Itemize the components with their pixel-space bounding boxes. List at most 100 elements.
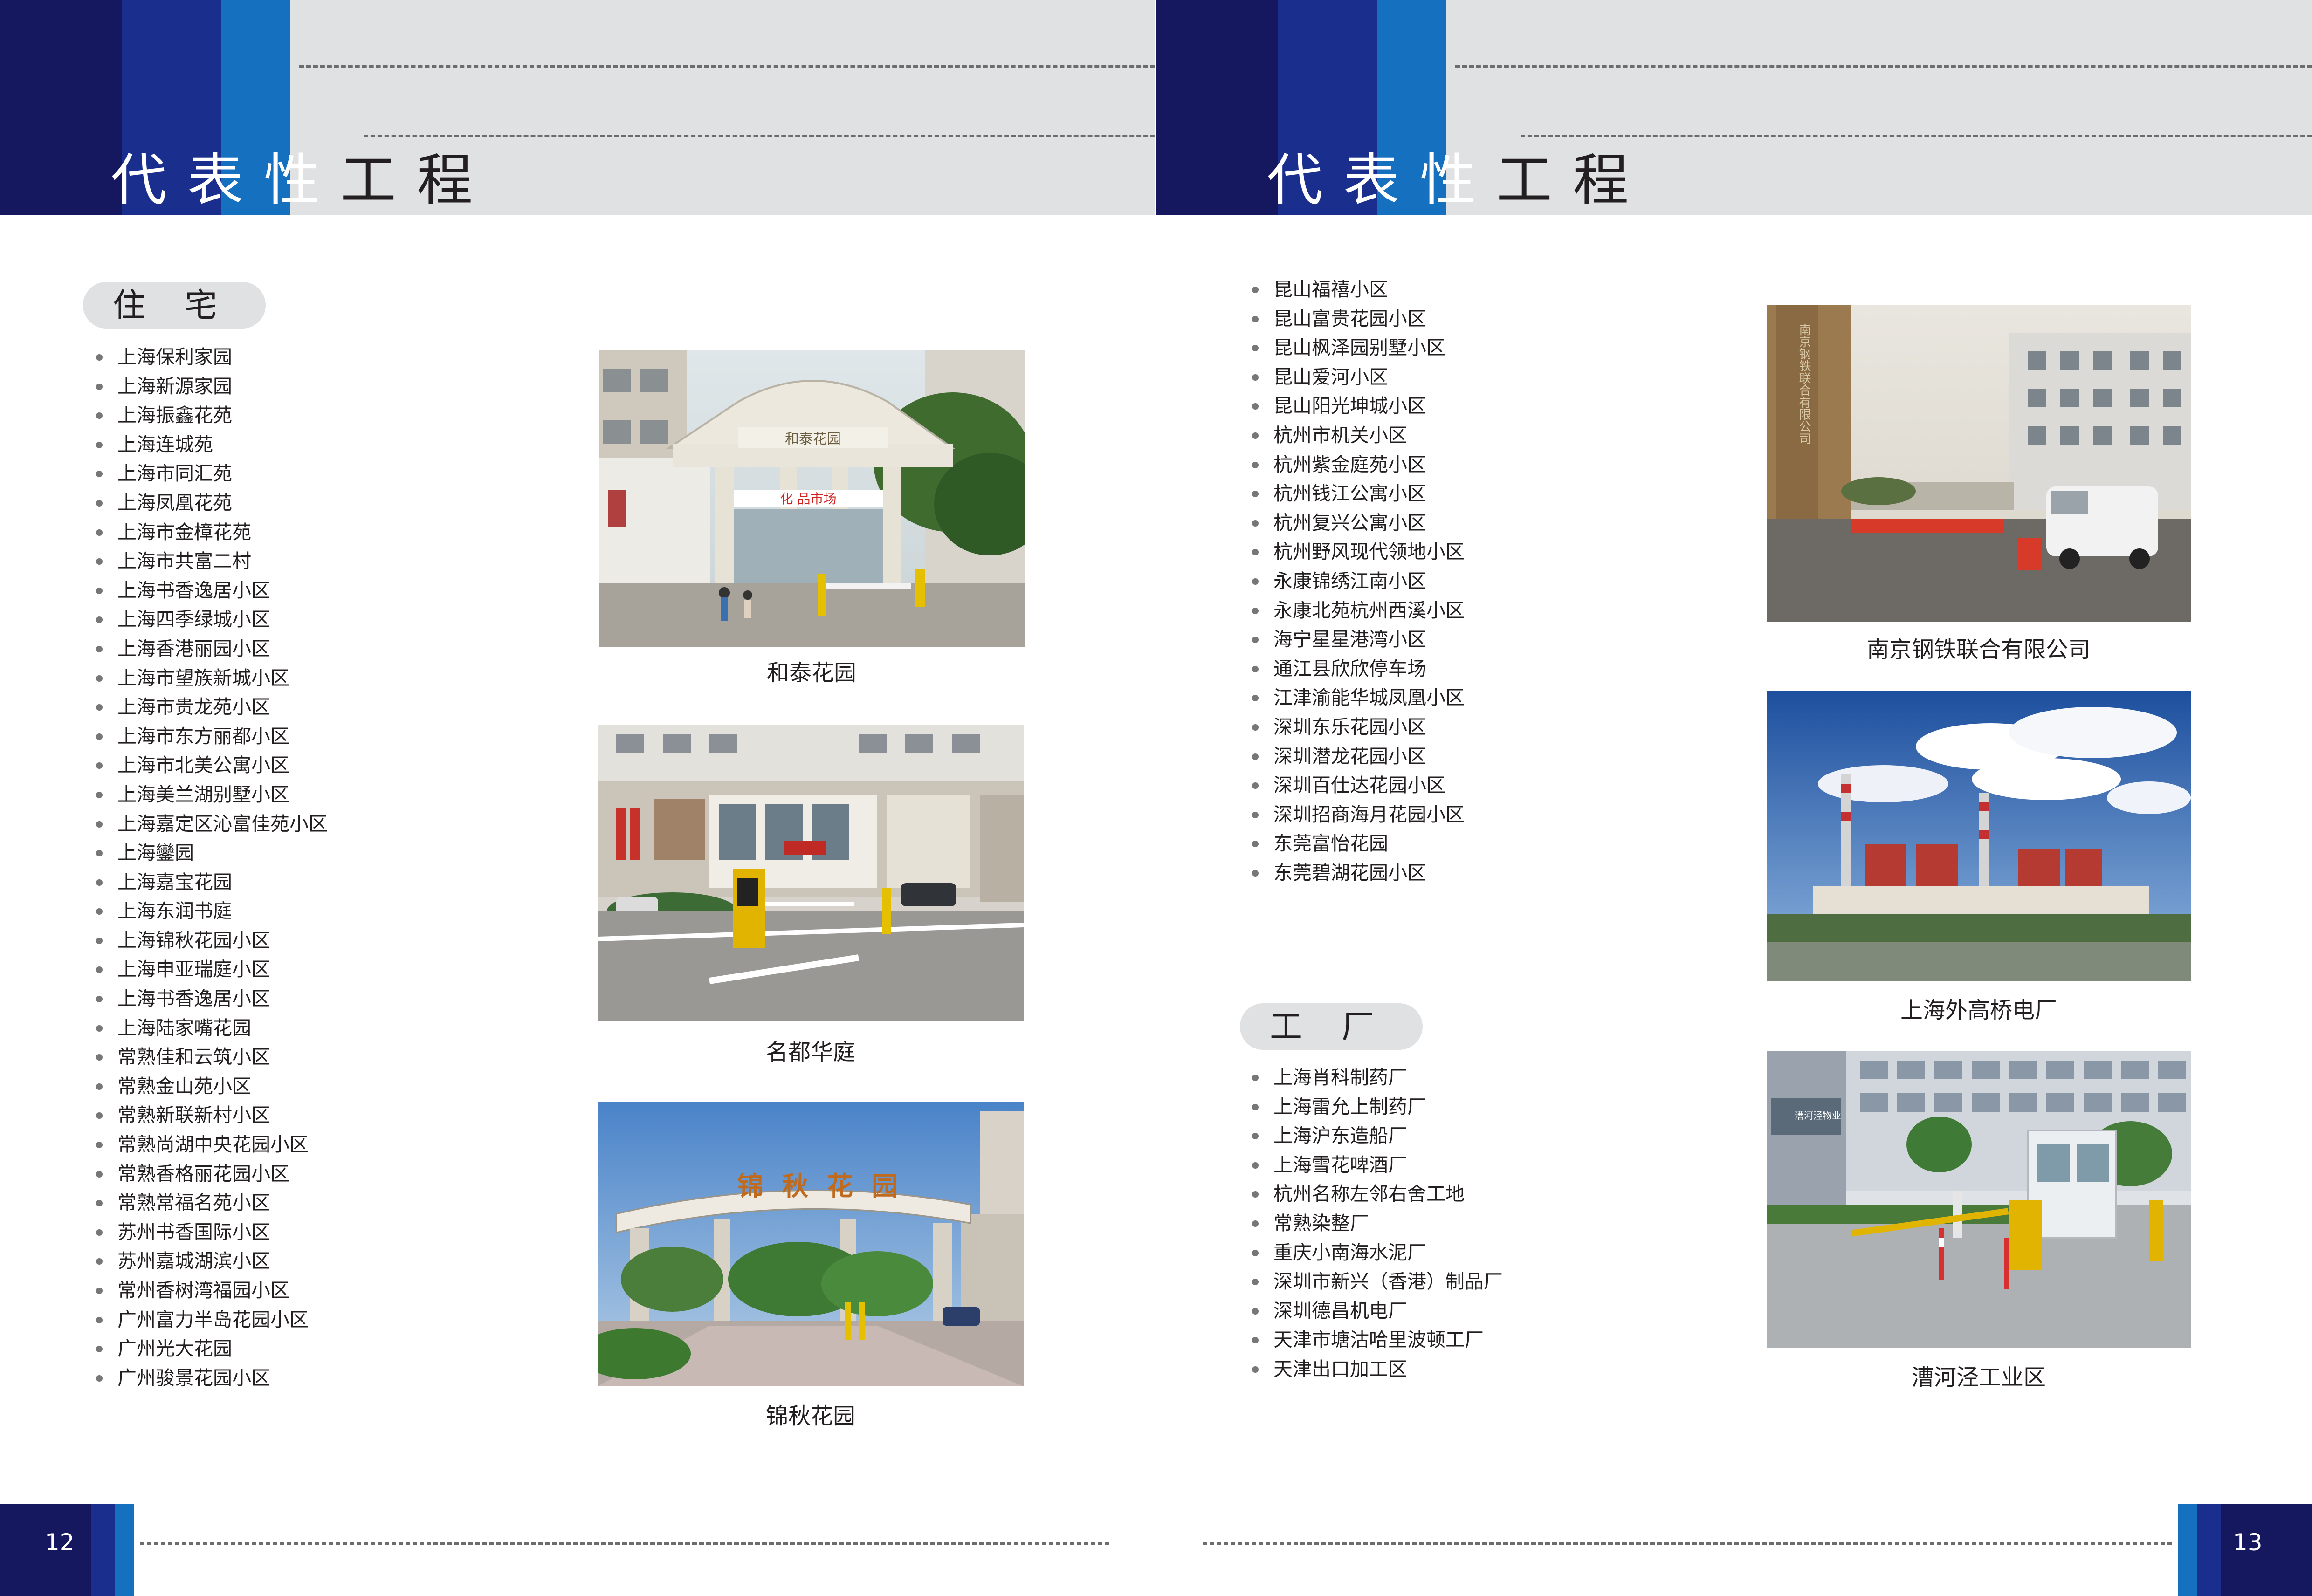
left-page-title: 代表性工程 — [111, 148, 493, 213]
list-item: 杭州紫金庭苑小区 — [1245, 450, 1465, 479]
list-item: 常熟佳和云筑小区 — [89, 1042, 328, 1072]
list-item-label: 常熟香格丽花园小区 — [117, 1162, 289, 1185]
bullet-dot-icon — [96, 1171, 103, 1178]
bullet-dot-icon — [96, 1288, 103, 1294]
list-item: 苏州嘉城湖滨小区 — [89, 1247, 328, 1276]
bullet-dot-icon — [96, 616, 103, 623]
right-header-block-dark — [1156, 0, 1278, 215]
list-item: 上海市贵龙苑小区 — [89, 692, 328, 722]
list-item: 东莞碧湖花园小区 — [1245, 858, 1465, 888]
list-item: 常熟尚湖中央花园小区 — [89, 1130, 328, 1159]
list-item: 上海市望族新城小区 — [89, 664, 328, 693]
left-footer-block-mid — [91, 1504, 115, 1596]
bullet-dot-icon — [1252, 578, 1259, 585]
list-item: 广州富力半岛花园小区 — [89, 1305, 328, 1335]
list-item-label: 广州骏景花园小区 — [117, 1366, 270, 1389]
list-item: 深圳东乐花园小区 — [1245, 712, 1465, 742]
list-item: 重庆小南海水泥厂 — [1245, 1238, 1503, 1267]
list-item: 昆山阳光坤城小区 — [1245, 391, 1465, 421]
bullet-dot-icon — [1252, 1366, 1259, 1373]
list-item-label: 上海雷允上制药厂 — [1273, 1095, 1426, 1118]
photo-caohejing-industrial: 漕河泾物业 — [1767, 1051, 2191, 1348]
photo-mingdu-huating — [598, 725, 1024, 1021]
residential-project-list: 上海保利家园 上海新源家园 上海振鑫花苑 上海连城苑 上海市同汇苑 上海凤凰花苑 上海市金樟… — [89, 342, 328, 1392]
list-item-label: 上海市北美公寓小区 — [117, 754, 289, 777]
list-item: 昆山福禧小区 — [1245, 275, 1465, 304]
list-item-label: 上海振鑫花苑 — [117, 404, 232, 427]
list-item-label: 广州光大花园 — [117, 1337, 232, 1360]
bullet-dot-icon — [96, 937, 103, 944]
bullet-dot-icon — [96, 558, 103, 565]
list-item-label: 常熟金山苑小区 — [117, 1075, 251, 1097]
bullet-dot-icon — [96, 675, 103, 682]
right-footer-block-mid — [2197, 1504, 2221, 1596]
bullet-dot-icon — [96, 1346, 103, 1353]
list-item: 上海书香逸居小区 — [89, 984, 328, 1014]
bullet-dot-icon — [96, 383, 103, 390]
bullet-dot-icon — [1252, 607, 1259, 614]
bullet-dot-icon — [1252, 549, 1259, 556]
bullet-dot-icon — [96, 966, 103, 973]
bullet-dot-icon — [1252, 1103, 1259, 1110]
bullet-dot-icon — [1252, 637, 1259, 644]
right-page-title: 代表性工程 — [1267, 148, 1649, 213]
list-item-label: 天津出口加工区 — [1273, 1357, 1407, 1380]
bullet-dot-icon — [1252, 432, 1259, 439]
list-item: 上海美兰湖别墅小区 — [89, 780, 328, 809]
list-item: 上海市共富二村 — [89, 547, 328, 576]
bullet-dot-icon — [1252, 345, 1259, 352]
list-item: 上海鑾园 — [89, 838, 328, 868]
list-item-label: 杭州紫金庭苑小区 — [1273, 453, 1426, 476]
list-item: 永康锦绣江南小区 — [1245, 567, 1465, 596]
nanjing-steel-sign-text: 南京钢铁联合有限公司 — [1797, 323, 1811, 445]
list-item-label: 上海陆家嘴花园 — [117, 1016, 251, 1039]
bullet-dot-icon — [1252, 811, 1259, 818]
list-item: 上海书香逸居小区 — [89, 576, 328, 605]
left-footer-block-light — [115, 1504, 134, 1596]
list-item: 昆山富贵花园小区 — [1245, 304, 1465, 334]
list-item: 天津出口加工区 — [1245, 1355, 1503, 1384]
bullet-dot-icon — [96, 733, 103, 740]
list-item-label: 通江县欣欣停车场 — [1273, 657, 1426, 680]
bullet-dot-icon — [96, 1112, 103, 1119]
bullet-dot-icon — [1252, 1162, 1259, 1169]
list-item: 上海锦秋花园小区 — [89, 926, 328, 955]
list-item: 常州香树湾福园小区 — [89, 1276, 328, 1305]
right-footer-block-light — [2178, 1504, 2197, 1596]
bullet-dot-icon — [1252, 1133, 1259, 1140]
list-item-label: 上海雪花啤酒厂 — [1273, 1153, 1407, 1176]
list-item-label: 东莞碧湖花园小区 — [1273, 861, 1426, 884]
list-item-label: 杭州名称左邻右舍工地 — [1273, 1183, 1465, 1206]
bullet-dot-icon — [96, 1054, 103, 1061]
list-item: 上海四季绿城小区 — [89, 605, 328, 634]
list-item-label: 昆山富贵花园小区 — [1273, 307, 1426, 330]
caption-mingdu-huating: 名都华庭 — [765, 1039, 855, 1065]
bullet-dot-icon — [1252, 461, 1259, 468]
list-item-label: 杭州市机关小区 — [1273, 424, 1407, 446]
photo-waigaoqiao-power-plant — [1767, 691, 2191, 981]
list-item-label: 昆山阳光坤城小区 — [1273, 395, 1426, 418]
list-item-label: 深圳潜龙花园小区 — [1273, 745, 1426, 767]
bullet-dot-icon — [96, 500, 103, 507]
bullet-dot-icon — [1252, 315, 1259, 322]
page-number-right: 13 — [2233, 1529, 2263, 1556]
list-item-label: 苏州嘉城湖滨小区 — [117, 1250, 270, 1273]
bullet-dot-icon — [96, 1375, 103, 1382]
list-item: 昆山爱河小区 — [1245, 363, 1465, 392]
list-item-label: 上海香港丽园小区 — [117, 637, 270, 660]
list-item-label: 广州富力半岛花园小区 — [117, 1308, 309, 1331]
caption-nanjing-steel: 南京钢铁联合有限公司 — [1866, 637, 2091, 663]
list-item: 深圳潜龙花园小区 — [1245, 742, 1465, 771]
photo-jinqiu-garden: 锦秋花园 — [598, 1102, 1024, 1386]
list-item: 江津渝能华城凤凰小区 — [1245, 683, 1465, 712]
list-item: 上海雪花啤酒厂 — [1245, 1151, 1503, 1180]
list-item-label: 上海沪东造船厂 — [1273, 1124, 1407, 1147]
caption-hetai-garden: 和泰花园 — [766, 660, 856, 686]
caption-jinqiu-garden: 锦秋花园 — [765, 1403, 855, 1429]
list-item: 上海沪东造船厂 — [1245, 1121, 1503, 1151]
list-item-label: 上海书香逸居小区 — [117, 987, 270, 1010]
list-item: 东莞富怡花园 — [1245, 829, 1465, 858]
page-number-left: 12 — [45, 1529, 75, 1556]
list-item: 昆山枫泽园别墅小区 — [1245, 333, 1465, 363]
list-item: 杭州钱江公寓小区 — [1245, 479, 1465, 508]
